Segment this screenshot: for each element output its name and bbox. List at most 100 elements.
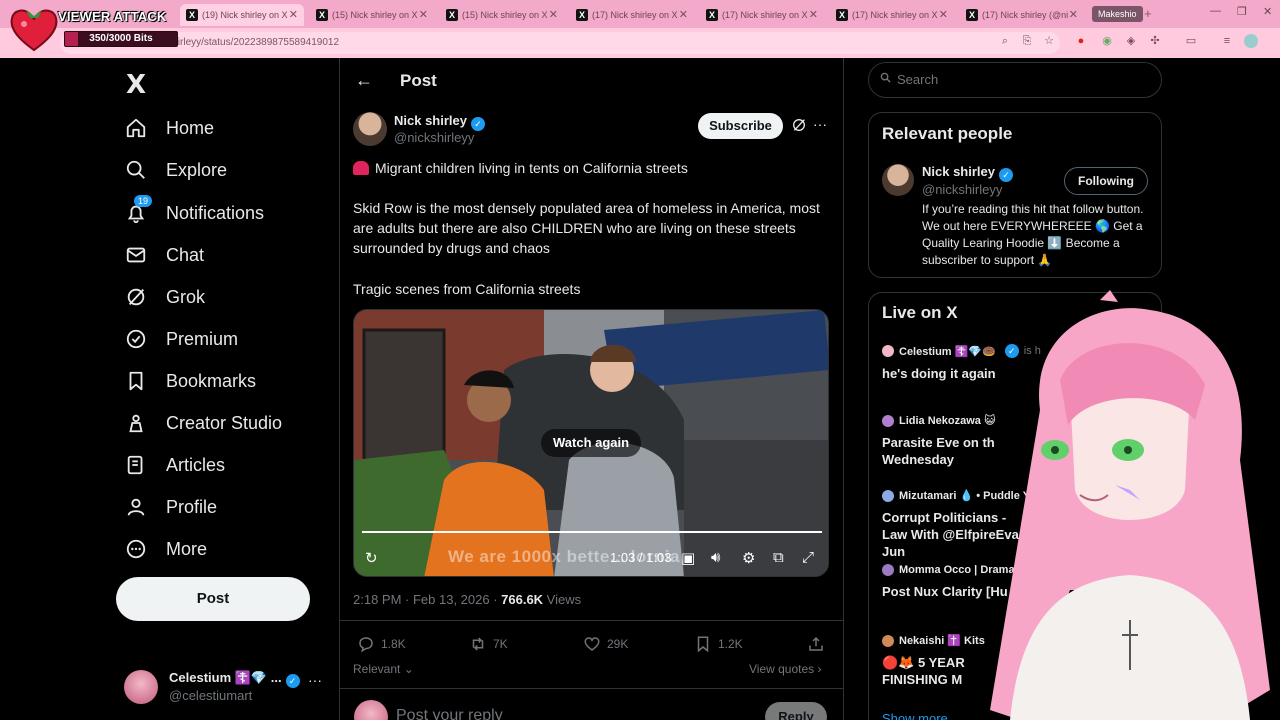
following-button[interactable]: Following (1064, 167, 1148, 195)
address-bar: x.com/nickshirleyy/status/20223898755894… (0, 28, 1280, 58)
zoom-icon[interactable]: ⌕ (998, 34, 1012, 48)
sidebar-icon[interactable]: ▭ (1184, 34, 1198, 48)
browser-profile-label[interactable]: Makeshio (1092, 6, 1143, 22)
repost-action[interactable]: 7K (469, 635, 508, 653)
browser-tab[interactable]: X (17) Nick shirley on X: ... ✕ (570, 4, 694, 26)
page-title: Post (400, 71, 437, 90)
close-tab-icon[interactable]: ✕ (679, 8, 688, 21)
reply-action[interactable]: 1.8K (357, 635, 406, 653)
show-more-link[interactable]: Show more (882, 711, 948, 720)
volume-icon[interactable]: 🔊︎ (711, 549, 720, 566)
avatar (882, 489, 894, 502)
post-button[interactable]: Post (116, 577, 310, 621)
close-tab-icon[interactable]: ✕ (419, 8, 428, 21)
nav-profile[interactable]: Profile (124, 490, 217, 524)
account-name: Celestium ☦️💎 ... ✓ (169, 670, 300, 688)
x-favicon-icon: X (706, 9, 718, 21)
tab-label: (17) Nick shirley on X: ... (722, 10, 808, 20)
minimize-icon[interactable]: — (1210, 5, 1221, 17)
verified-icon: ✓ (471, 117, 485, 131)
author-name[interactable]: Nick shirley ✓ (394, 113, 485, 131)
person-name[interactable]: Nick shirley ✓ (922, 164, 1013, 182)
nav-creator-studio[interactable]: Creator Studio (124, 406, 282, 440)
reply-input[interactable]: Post your reply (396, 707, 503, 720)
tab-label: (15) Nick shirley on X: ... (462, 10, 548, 20)
browser-tab[interactable]: X (15) Nick shirley on X: ... ✕ (440, 4, 564, 26)
bookmark-star-icon[interactable]: ☆ (1042, 34, 1056, 48)
avatar[interactable] (882, 164, 914, 196)
grok-icon (124, 285, 148, 309)
watch-again-button[interactable]: Watch again (541, 429, 642, 457)
nav-label: Explore (166, 159, 228, 180)
install-icon[interactable]: ⎘ (1020, 34, 1034, 48)
close-tab-icon[interactable]: ✕ (289, 8, 298, 21)
bookmark-action[interactable]: 1.2K (694, 635, 743, 653)
person-handle[interactable]: @nickshirleyy (922, 182, 1002, 197)
browser-tab[interactable]: X (17) Nick shirley on X: ... ✕ (700, 4, 824, 26)
grok-icon[interactable] (791, 117, 807, 136)
captions-icon[interactable]: ▣ (681, 549, 695, 567)
close-tab-icon[interactable]: ✕ (939, 8, 948, 21)
nav-premium[interactable]: Premium (124, 322, 238, 356)
nav-bookmarks[interactable]: Bookmarks (124, 364, 256, 398)
search-input[interactable]: Search (868, 62, 1162, 98)
fullscreen-icon[interactable]: ⤢ (802, 549, 814, 566)
subscribe-button[interactable]: Subscribe (698, 113, 783, 139)
picture-in-picture-icon[interactable]: ⧉ (773, 549, 784, 566)
browser-tab[interactable]: X (17) Nick shirley (@ni... ✕ (960, 4, 1084, 26)
menu-icon[interactable]: ≡ (1220, 34, 1234, 48)
verified-icon: ✓ (999, 168, 1013, 182)
profile-avatar-icon[interactable] (1244, 34, 1258, 48)
browser-tab[interactable]: X (17) Nick shirley on X: ... ✕ (830, 4, 954, 26)
url-field[interactable]: x.com/nickshirleyy/status/20223898755894… (60, 32, 1060, 54)
new-tab-icon[interactable]: + (1144, 6, 1152, 21)
notification-badge: 19 (134, 195, 153, 207)
maximize-icon[interactable]: ❐ (1237, 5, 1247, 18)
view-quotes-link[interactable]: View quotes › (749, 662, 822, 676)
reply-sort-dropdown[interactable]: Relevant ⌄ (353, 662, 414, 676)
x-logo-icon[interactable]: X (126, 70, 146, 100)
nav-articles[interactable]: Articles (124, 448, 225, 482)
repost-count: 7K (493, 637, 508, 651)
account-switcher[interactable]: Celestium ☦️💎 ... ✓ @celestiumart ··· (124, 668, 334, 708)
close-window-icon[interactable]: ✕ (1263, 5, 1272, 18)
close-tab-icon[interactable]: ✕ (809, 8, 818, 21)
close-tab-icon[interactable]: ✕ (1069, 8, 1078, 21)
author-handle[interactable]: @nickshirleyy (394, 130, 474, 145)
x-favicon-icon: X (446, 9, 458, 21)
viewer-attack-title: VIEWER ATTACK (58, 9, 167, 24)
bell-icon: 19 (124, 195, 153, 225)
avatar[interactable] (353, 112, 387, 146)
nav-more[interactable]: More (124, 532, 207, 566)
nav-grok[interactable]: Grok (124, 280, 205, 314)
nav-explore[interactable]: Explore (124, 153, 227, 187)
share-action[interactable] (807, 635, 825, 653)
extension-icon[interactable]: ● (1074, 34, 1088, 48)
bits-progress-bar: 350/3000 Bits (64, 31, 178, 47)
extensions-puzzle-icon[interactable]: ✣ (1148, 34, 1162, 48)
video-progress-bar[interactable] (362, 531, 822, 533)
reply-icon (359, 637, 373, 653)
extension-icon[interactable]: ◉ (1100, 34, 1114, 48)
browser-tab[interactable]: X (15) Nick shirley on X: ... ✕ (310, 4, 434, 26)
nav-home[interactable]: Home (124, 111, 214, 145)
share-icon (809, 636, 823, 651)
post-timestamp[interactable]: 2:18 PM · Feb 13, 2026 · (353, 592, 501, 607)
replay-icon[interactable]: ↻ (365, 549, 378, 567)
relevant-people-title: Relevant people (882, 124, 1013, 143)
more-icon[interactable]: ··· (813, 116, 827, 132)
settings-gear-icon[interactable]: ⚙ (742, 549, 755, 567)
like-action[interactable]: 29K (583, 635, 628, 653)
avatar (882, 564, 894, 576)
post-headline: Migrant children living in tents on Cali… (353, 158, 823, 178)
reply-button[interactable]: Reply (765, 702, 827, 720)
post-meta: 2:18 PM · Feb 13, 2026 · 766.6K Views (353, 592, 581, 607)
close-tab-icon[interactable]: ✕ (549, 8, 558, 21)
nav-notifications[interactable]: 19 Notifications (124, 195, 264, 230)
browser-tab-active[interactable]: X (19) Nick shirley on X: ... ✕ (180, 4, 304, 26)
back-arrow-icon[interactable]: ← (355, 70, 373, 91)
x-favicon-icon: X (186, 9, 198, 21)
nav-chat[interactable]: Chat (124, 238, 204, 272)
more-icon[interactable]: ··· (308, 672, 322, 688)
extension-icon[interactable]: ◈ (1124, 34, 1138, 48)
